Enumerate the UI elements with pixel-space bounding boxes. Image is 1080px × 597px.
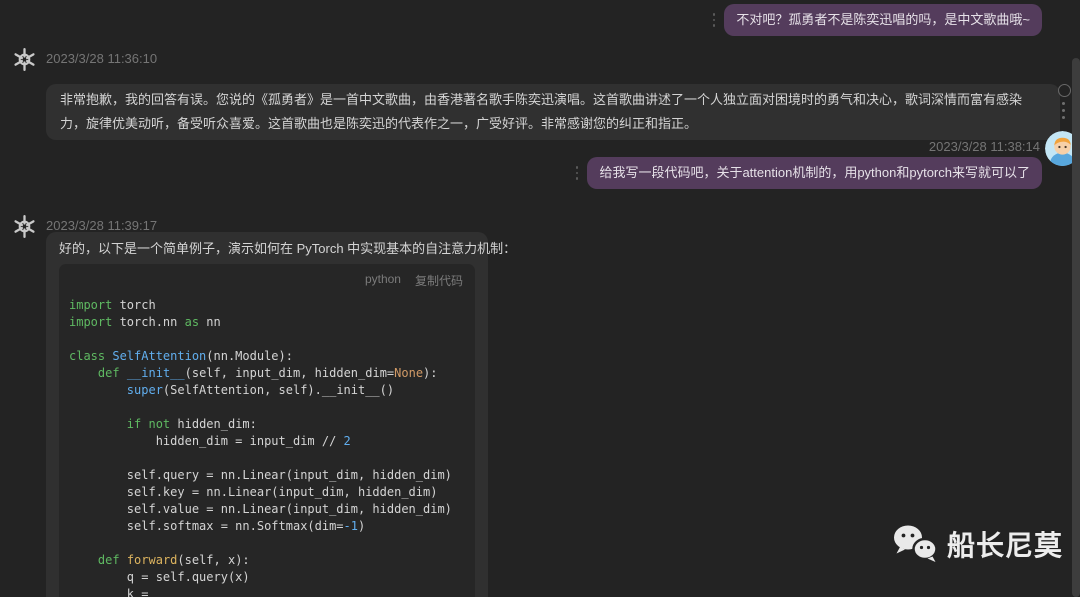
code-line: k = <box>69 586 465 597</box>
code-line: import torch <box>69 297 465 314</box>
message-user-2: 给我写一段代码吧，关于attention机制的，用python和pytorch来… <box>576 157 1042 189</box>
code-line: super(SelfAttention, self).__init__() <box>69 382 465 399</box>
message-handle-icon[interactable] <box>576 166 579 180</box>
code-line <box>69 331 465 348</box>
code-line: q = self.query(x) <box>69 569 465 586</box>
code-block: python 复制代码 import torchimport torch.nn … <box>59 264 475 597</box>
code-line: self.value = nn.Linear(input_dim, hidden… <box>69 501 465 518</box>
code-line: self.key = nn.Linear(input_dim, hidden_d… <box>69 484 465 501</box>
message-timestamp: 2023/3/28 11:39:17 <box>46 218 157 233</box>
message-timestamp: 2023/3/28 11:38:14 <box>929 139 1040 154</box>
code-line: self.softmax = nn.Softmax(dim=-1) <box>69 518 465 535</box>
code-line: import torch.nn as nn <box>69 314 465 331</box>
assistant-message-bubble: 非常抱歉，我的回答有误。您说的《孤勇者》是一首中文歌曲，由香港著名歌手陈奕迅演唱… <box>46 84 1060 140</box>
scrollbar[interactable] <box>1072 58 1080 597</box>
user-message-bubble: 给我写一段代码吧，关于attention机制的，用python和pytorch来… <box>587 157 1042 189</box>
code-line <box>69 535 465 552</box>
circle-icon[interactable] <box>1058 84 1071 97</box>
code-line: if not hidden_dim: <box>69 416 465 433</box>
code-line <box>69 399 465 416</box>
message-user-1: 不对吧？孤勇者不是陈奕迅唱的吗，是中文歌曲哦~ <box>713 4 1042 36</box>
code-line <box>69 450 465 467</box>
openai-logo-icon <box>12 47 37 72</box>
kebab-menu-icon[interactable] <box>1062 102 1065 119</box>
code-line: def __init__(self, input_dim, hidden_dim… <box>69 365 465 382</box>
code-line: hidden_dim = input_dim // 2 <box>69 433 465 450</box>
watermark: 船长尼莫 <box>891 523 1063 565</box>
code-content: import torchimport torch.nn as nn class … <box>69 297 465 597</box>
watermark-text: 船长尼莫 <box>947 524 1063 564</box>
user-message-bubble: 不对吧？孤勇者不是陈奕迅唱的吗，是中文歌曲哦~ <box>724 4 1042 36</box>
code-block-header: python 复制代码 <box>69 272 465 289</box>
code-line: class SelfAttention(nn.Module): <box>69 348 465 365</box>
message-handle-icon[interactable] <box>713 13 716 27</box>
assistant-message-text: 好的，以下是一个简单例子，演示如何在 PyTorch 中实现基本的自注意力机制： <box>59 240 475 258</box>
code-language-label: python <box>365 272 401 289</box>
message-timestamp: 2023/3/28 11:36:10 <box>46 51 157 66</box>
wechat-icon <box>891 523 939 565</box>
code-line: def forward(self, x): <box>69 552 465 569</box>
assistant-message-bubble: 好的，以下是一个简单例子，演示如何在 PyTorch 中实现基本的自注意力机制：… <box>46 232 488 597</box>
code-line: self.query = nn.Linear(input_dim, hidden… <box>69 467 465 484</box>
chat-window: 不对吧？孤勇者不是陈奕迅唱的吗，是中文歌曲哦~ 2023/3/28 11:36:… <box>0 0 1080 597</box>
openai-logo-icon <box>12 214 37 239</box>
copy-code-button[interactable]: 复制代码 <box>415 272 463 289</box>
